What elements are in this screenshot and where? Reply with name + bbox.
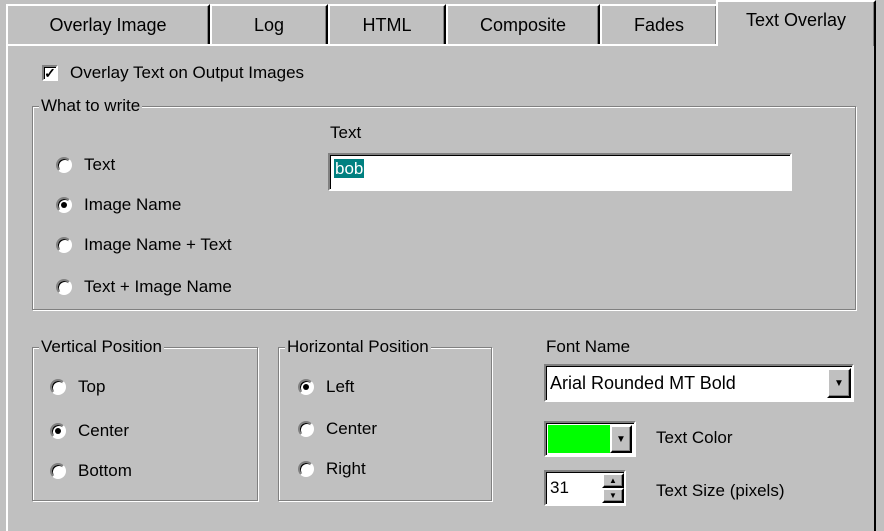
text-color-picker[interactable]: ▼ — [544, 421, 636, 457]
radio-horizontal-right[interactable]: Right — [298, 457, 366, 481]
radio-vertical-center[interactable]: Center — [50, 419, 129, 443]
chevron-down-icon: ▼ — [834, 377, 844, 389]
tab-fades[interactable]: Fades — [600, 4, 718, 44]
radio-label: Image Name — [84, 195, 182, 214]
radio-button[interactable] — [298, 421, 314, 437]
text-size-label: Text Size (pixels) — [656, 481, 785, 500]
radio-label: Bottom — [78, 461, 132, 480]
color-dropdown-button[interactable]: ▼ — [610, 425, 632, 453]
tab-composite[interactable]: Composite — [446, 4, 600, 44]
radio-button[interactable] — [298, 379, 314, 395]
font-name-value: Arial Rounded MT Bold — [550, 372, 736, 393]
radio-label: Center — [326, 419, 378, 438]
text-size-value: 31 — [550, 478, 569, 497]
chevron-down-icon: ▼ — [616, 433, 626, 445]
font-dropdown-button[interactable]: ▼ — [827, 368, 851, 398]
radio-horizontal-left[interactable]: Left — [298, 375, 354, 399]
tab-text-overlay[interactable]: Text Overlay — [716, 0, 876, 46]
font-name-dropdown[interactable]: Arial Rounded MT Bold ▼ — [544, 364, 854, 402]
radio-text-plus-image-name[interactable]: Text + Image Name — [56, 275, 232, 299]
radio-label: Top — [78, 377, 106, 396]
radio-label: Center — [78, 421, 130, 440]
text-input-value: bob — [334, 159, 365, 178]
radio-button[interactable] — [50, 423, 66, 439]
text-field-label: Text — [330, 123, 362, 142]
radio-button[interactable] — [56, 279, 72, 295]
radio-label: Text — [84, 155, 116, 174]
text-color-label: Text Color — [656, 428, 733, 447]
radio-image-name[interactable]: Image Name — [56, 193, 181, 217]
radio-text[interactable]: Text — [56, 153, 115, 177]
arrow-up-icon: ▲ — [609, 476, 617, 485]
radio-label: Right — [326, 459, 366, 478]
radio-button[interactable] — [56, 197, 72, 213]
tab-html[interactable]: HTML — [328, 4, 446, 44]
tab-overlay-image[interactable]: Overlay Image — [6, 4, 210, 44]
radio-vertical-top[interactable]: Top — [50, 375, 105, 399]
checkbox-box[interactable]: ✓ — [42, 65, 58, 81]
radio-image-name-plus-text[interactable]: Image Name + Text — [56, 233, 232, 257]
radio-button[interactable] — [50, 463, 66, 479]
horizontal-position-legend: Horizontal Position — [285, 336, 431, 358]
spin-down-button[interactable]: ▼ — [602, 488, 624, 503]
color-swatch — [548, 425, 610, 453]
text-size-spinner[interactable]: 31 ▲ ▼ — [544, 470, 626, 506]
vertical-position-legend: Vertical Position — [39, 336, 164, 358]
radio-horizontal-center[interactable]: Center — [298, 417, 377, 441]
radio-label: Image Name + Text — [84, 235, 232, 254]
tab-strip: Overlay Image Log HTML Composite Fades T… — [0, 0, 884, 46]
radio-vertical-bottom[interactable]: Bottom — [50, 459, 132, 483]
radio-label: Text + Image Name — [84, 277, 232, 296]
radio-button[interactable] — [50, 379, 66, 395]
arrow-down-icon: ▼ — [609, 491, 617, 500]
what-to-write-legend: What to write — [39, 95, 143, 117]
text-input[interactable]: bob — [328, 153, 792, 191]
spin-buttons: ▲ ▼ — [602, 473, 624, 503]
spin-up-button[interactable]: ▲ — [602, 473, 624, 488]
radio-button[interactable] — [56, 237, 72, 253]
font-name-label: Font Name — [546, 337, 631, 356]
tab-log[interactable]: Log — [210, 4, 328, 44]
radio-button[interactable] — [56, 157, 72, 173]
radio-label: Left — [326, 377, 355, 396]
overlay-text-checkbox[interactable]: ✓ Overlay Text on Output Images — [42, 61, 304, 85]
radio-button[interactable] — [298, 461, 314, 477]
overlay-text-label: Overlay Text on Output Images — [70, 63, 305, 82]
